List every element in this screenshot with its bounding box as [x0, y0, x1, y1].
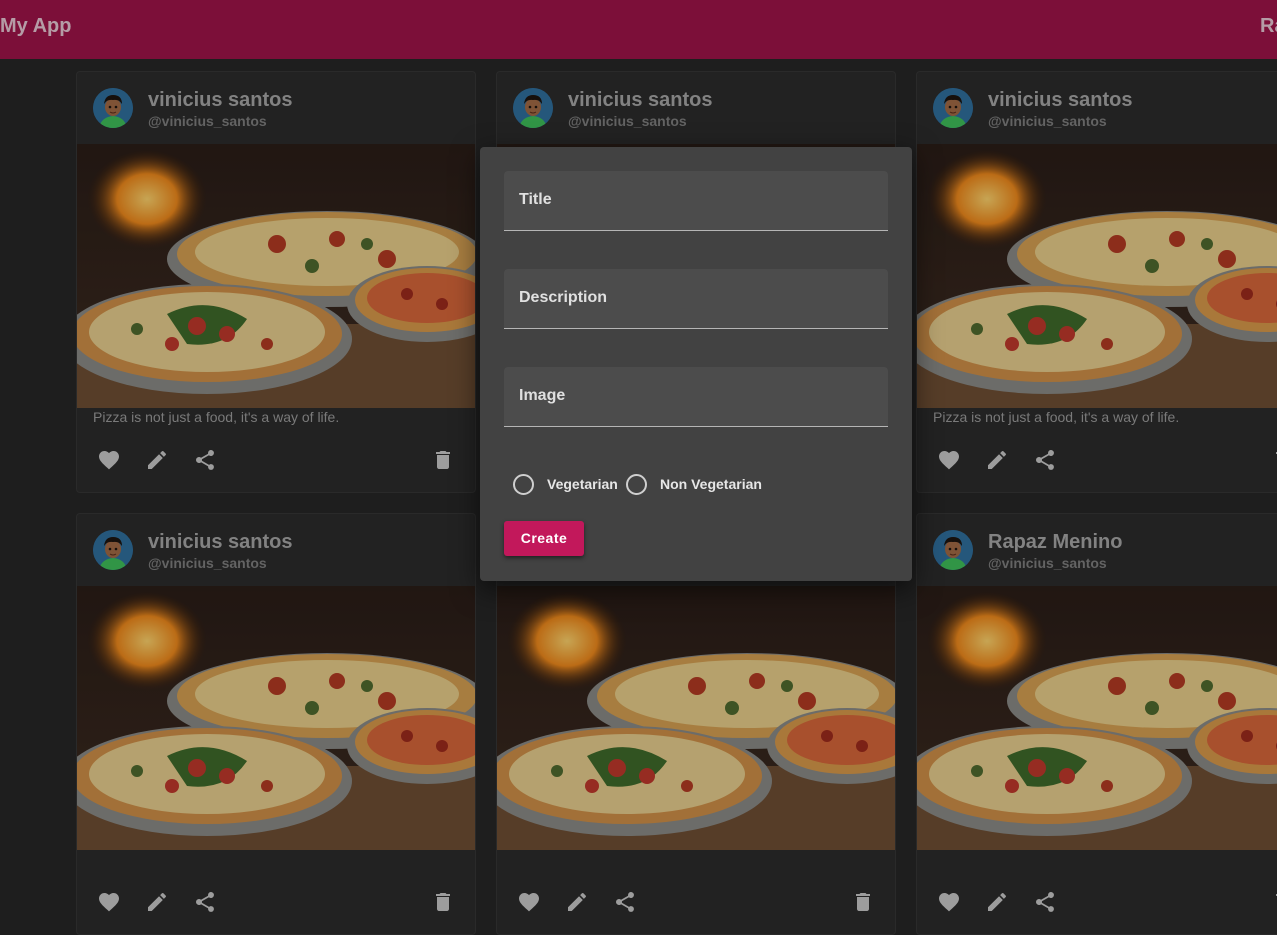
description-input[interactable] [504, 269, 888, 328]
non-vegetarian-radio[interactable] [626, 474, 647, 495]
share-icon[interactable] [613, 890, 637, 914]
vegetarian-label[interactable]: Vegetarian [547, 476, 618, 492]
share-icon[interactable] [193, 890, 217, 914]
heart-icon[interactable] [97, 890, 121, 914]
title-field[interactable]: Title [504, 171, 888, 231]
trash-icon[interactable] [1271, 890, 1277, 914]
app-title: My App [0, 15, 72, 37]
heart-icon[interactable] [517, 890, 541, 914]
pizza-image [917, 586, 1277, 850]
pencil-icon[interactable] [985, 890, 1009, 914]
pizza-image [77, 586, 475, 850]
app-bar: My App Rapaz [0, 0, 1277, 59]
image-input[interactable] [504, 367, 888, 426]
description-field[interactable]: Description [504, 269, 888, 329]
title-input[interactable] [504, 171, 888, 230]
pizza-image [497, 586, 895, 850]
pencil-icon[interactable] [565, 890, 589, 914]
image-field[interactable]: Image [504, 367, 888, 427]
card-actions [77, 886, 475, 918]
trash-icon[interactable] [431, 890, 455, 914]
card-actions [497, 886, 895, 918]
create-post-dialog: Title Description Image Vegetarian Non V… [480, 147, 912, 581]
non-vegetarian-label[interactable]: Non Vegetarian [660, 476, 762, 492]
app-bar-user[interactable]: Rapaz [1260, 15, 1277, 38]
card-actions [917, 886, 1277, 918]
share-icon[interactable] [1033, 890, 1057, 914]
vegetarian-radio[interactable] [513, 474, 534, 495]
heart-icon[interactable] [937, 890, 961, 914]
pencil-icon[interactable] [145, 890, 169, 914]
trash-icon[interactable] [851, 890, 875, 914]
create-button[interactable]: Create [504, 521, 584, 556]
